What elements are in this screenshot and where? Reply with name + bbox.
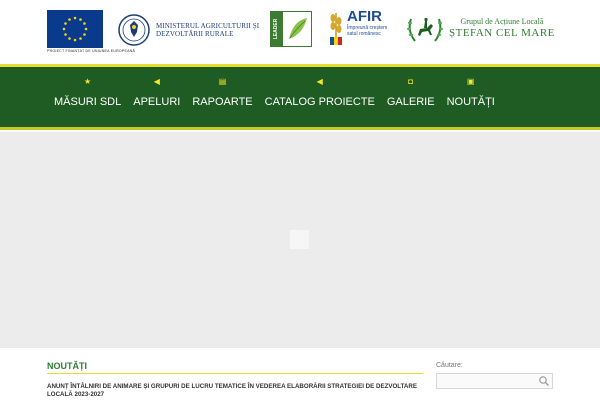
newspaper-icon: ▣	[466, 77, 475, 86]
megaphone-icon: ◀	[316, 77, 323, 86]
search-icon	[539, 376, 549, 386]
nav-item-noutati[interactable]: ▣ NOUTĂȚI	[441, 77, 501, 110]
slider-loading-indicator	[290, 230, 309, 249]
document-icon: ▤	[218, 77, 227, 86]
ministry-logo: MINISTERUL AGRICULTURII ȘI DEZVOLTĂRII R…	[118, 14, 259, 46]
search-button[interactable]	[536, 374, 552, 388]
header: PROIECT FINANȚAT DE UNIUNEA EUROPEANĂ MI…	[0, 0, 600, 62]
eu-flag-icon	[47, 10, 103, 48]
nav-label: GALERIE	[386, 96, 435, 108]
romania-seal-icon	[118, 14, 150, 46]
nav-label: NOUTĂȚI	[446, 96, 495, 108]
ministry-line1: MINISTERUL AGRICULTURII ȘI	[156, 21, 260, 30]
leader-logo: LEADER	[270, 11, 312, 47]
afir-sub2: satul românesc	[347, 31, 381, 37]
nav-label: MĂSURI SDL	[54, 96, 122, 108]
horseman-wreath-icon	[407, 17, 443, 42]
star-icon: ★	[84, 77, 92, 86]
leader-label: LEADER	[273, 18, 279, 39]
page: PROIECT FINANȚAT DE UNIUNEA EUROPEANĂ MI…	[0, 0, 600, 400]
nav-item-rapoarte[interactable]: ▤ RAPOARTE	[186, 77, 258, 110]
search-label: Căutare:	[436, 362, 463, 369]
afir-title: AFIR	[347, 8, 382, 25]
nav-label: RAPOARTE	[192, 96, 253, 108]
nav-item-apeluri[interactable]: ◀ APELURI	[127, 77, 186, 110]
gal-logo: Grupul de Acțiune Locală ȘTEFAN CEL MARE	[405, 9, 555, 47]
nav-item-galerie[interactable]: ◘ GALERIE	[381, 77, 441, 110]
main-nav: ★ MĂSURI SDL ◀ APELURI ▤ RAPOARTE ◀ CATA…	[0, 64, 600, 130]
gal-line1: Grupul de Acțiune Locală	[460, 16, 544, 26]
image-slider[interactable]	[0, 132, 600, 348]
news-heading: NOUTĂȚI	[47, 361, 87, 371]
nav-label: APELURI	[133, 96, 181, 108]
nav-label: CATALOG PROIECTE	[264, 96, 375, 108]
nav-item-masuri-sdl[interactable]: ★ MĂSURI SDL	[48, 77, 127, 110]
gal-line2: ȘTEFAN CEL MARE	[449, 26, 555, 39]
ministry-line2: DEZVOLTĂRII RURALE	[156, 30, 234, 38]
eu-flag-logo: PROIECT FINANȚAT DE UNIUNEA EUROPEANĂ	[47, 10, 136, 58]
afir-logo: AFIR Împreună creștem satul românesc	[328, 9, 387, 47]
eu-caption: PROIECT FINANȚAT DE UNIUNEA EUROPEANĂ	[47, 49, 136, 53]
megaphone-icon: ◀	[153, 77, 160, 86]
news-item-link[interactable]: ANUNȚ ÎNTÂLNIRI DE ANIMARE ȘI GRUPURI DE…	[47, 383, 423, 398]
nav-item-catalog-proiecte[interactable]: ◀ CATALOG PROIECTE	[259, 77, 381, 110]
afir-wheat-icon	[330, 13, 342, 45]
news-divider	[47, 373, 423, 374]
camera-icon: ◘	[408, 77, 414, 86]
